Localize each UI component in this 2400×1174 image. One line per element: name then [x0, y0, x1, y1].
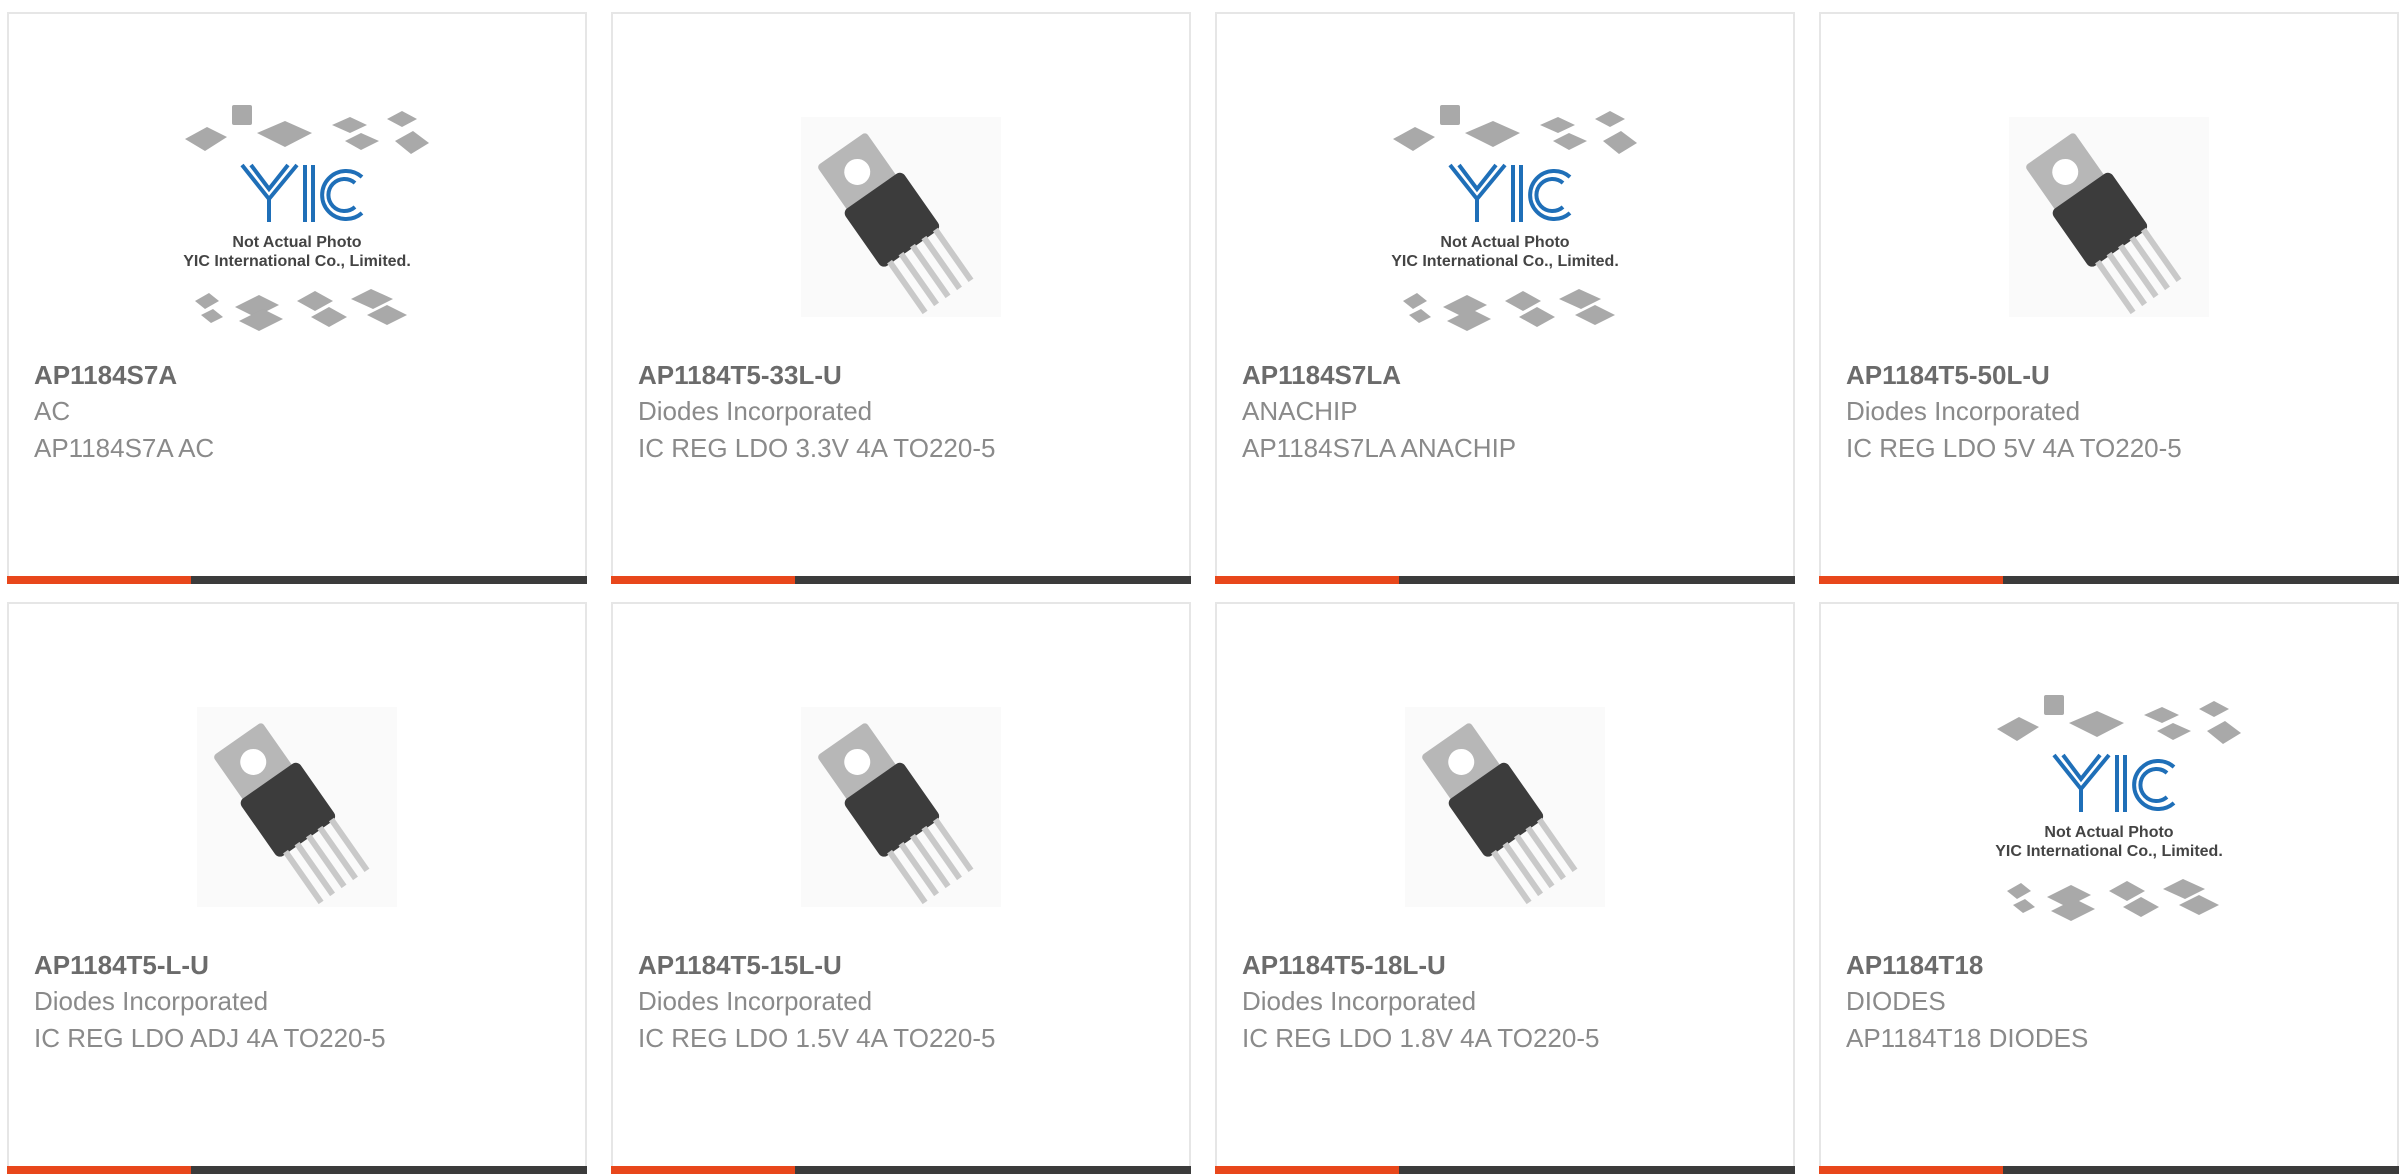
- placeholder-line-2: YIC International Co., Limited.: [1995, 843, 2223, 860]
- part-number[interactable]: AP1184T5-33L-U: [638, 357, 1169, 393]
- part-number[interactable]: AP1184T5-15L-U: [638, 947, 1169, 983]
- product-image: Not Actual Photo YIC International Co., …: [1217, 74, 1793, 359]
- product-card[interactable]: Not Actual Photo YIC International Co., …: [7, 12, 587, 584]
- product-card[interactable]: AP1184T5-15L-U Diodes Incorporated IC RE…: [611, 602, 1191, 1174]
- card-footer-bar: [1819, 1166, 2399, 1174]
- to220-package-icon: [1405, 706, 1605, 907]
- description: AP1184S7LA ANACHIP: [1242, 433, 1517, 463]
- manufacturer: Diodes Incorporated: [638, 396, 873, 426]
- placeholder-line-2: YIC International Co., Limited.: [1391, 253, 1619, 270]
- card-footer-bar: [7, 1166, 587, 1174]
- part-number[interactable]: AP1184T5-18L-U: [1242, 947, 1773, 983]
- manufacturer: Diodes Incorporated: [1242, 986, 1477, 1016]
- manufacturer: DIODES: [1846, 986, 1946, 1016]
- placeholder-photo-icon: Not Actual Photo YIC International Co., …: [1391, 104, 1637, 331]
- product-card[interactable]: AP1184T5-L-U Diodes Incorporated IC REG …: [7, 602, 587, 1174]
- part-number[interactable]: AP1184S7A: [34, 357, 565, 393]
- description: IC REG LDO 1.8V 4A TO220-5: [1242, 1023, 1600, 1053]
- placeholder-line-1: Not Actual Photo: [232, 234, 361, 251]
- placeholder-line-2: YIC International Co., Limited.: [183, 253, 411, 270]
- part-number[interactable]: AP1184S7LA: [1242, 357, 1773, 393]
- product-image: [613, 664, 1189, 949]
- product-image: [9, 664, 585, 949]
- card-footer-bar: [1215, 1166, 1795, 1174]
- to220-package-icon: [801, 116, 1001, 317]
- product-image: Not Actual Photo YIC International Co., …: [1821, 664, 2397, 949]
- card-accent: [7, 576, 191, 584]
- card-accent: [7, 1166, 191, 1174]
- to220-package-icon: [197, 706, 397, 907]
- description: IC REG LDO 5V 4A TO220-5: [1846, 433, 2182, 463]
- card-footer-bar: [7, 576, 587, 584]
- card-footer-bar: [611, 576, 1191, 584]
- description: IC REG LDO 3.3V 4A TO220-5: [638, 433, 996, 463]
- card-accent: [1215, 1166, 1399, 1174]
- part-number[interactable]: AP1184T5-L-U: [34, 947, 565, 983]
- product-card[interactable]: Not Actual Photo YIC International Co., …: [1819, 602, 2399, 1174]
- description: AP1184T18 DIODES: [1846, 1023, 2089, 1053]
- to220-package-icon: [2009, 116, 2209, 317]
- manufacturer: Diodes Incorporated: [34, 986, 269, 1016]
- part-number[interactable]: AP1184T5-50L-U: [1846, 357, 2377, 393]
- manufacturer: AC: [34, 396, 71, 426]
- product-card[interactable]: AP1184T5-18L-U Diodes Incorporated IC RE…: [1215, 602, 1795, 1174]
- product-image: [1217, 664, 1793, 949]
- card-accent: [1819, 1166, 2003, 1174]
- manufacturer: Diodes Incorporated: [1846, 396, 2081, 426]
- card-footer-bar: [611, 1166, 1191, 1174]
- product-image: [1821, 74, 2397, 359]
- card-accent: [1819, 576, 2003, 584]
- card-accent: [1215, 576, 1399, 584]
- to220-package-icon: [801, 706, 1001, 907]
- card-accent: [611, 576, 795, 584]
- manufacturer: ANACHIP: [1242, 396, 1358, 426]
- product-card[interactable]: AP1184T5-50L-U Diodes Incorporated IC RE…: [1819, 12, 2399, 584]
- placeholder-line-1: Not Actual Photo: [1440, 234, 1569, 251]
- manufacturer: Diodes Incorporated: [638, 986, 873, 1016]
- card-footer-bar: [1819, 576, 2399, 584]
- part-number[interactable]: AP1184T18: [1846, 947, 2377, 983]
- product-image: [613, 74, 1189, 359]
- description: IC REG LDO 1.5V 4A TO220-5: [638, 1023, 996, 1053]
- product-image: Not Actual Photo YIC International Co., …: [9, 74, 585, 359]
- product-card[interactable]: AP1184T5-33L-U Diodes Incorporated IC RE…: [611, 12, 1191, 584]
- card-accent: [611, 1166, 795, 1174]
- description: IC REG LDO ADJ 4A TO220-5: [34, 1023, 386, 1053]
- placeholder-line-1: Not Actual Photo: [2044, 824, 2173, 841]
- description: AP1184S7A AC: [34, 433, 215, 463]
- product-card[interactable]: Not Actual Photo YIC International Co., …: [1215, 12, 1795, 584]
- card-footer-bar: [1215, 576, 1795, 584]
- placeholder-photo-icon: Not Actual Photo YIC International Co., …: [183, 104, 429, 331]
- product-grid: Not Actual Photo YIC International Co., …: [7, 12, 2400, 1174]
- placeholder-photo-icon: Not Actual Photo YIC International Co., …: [1995, 694, 2241, 921]
